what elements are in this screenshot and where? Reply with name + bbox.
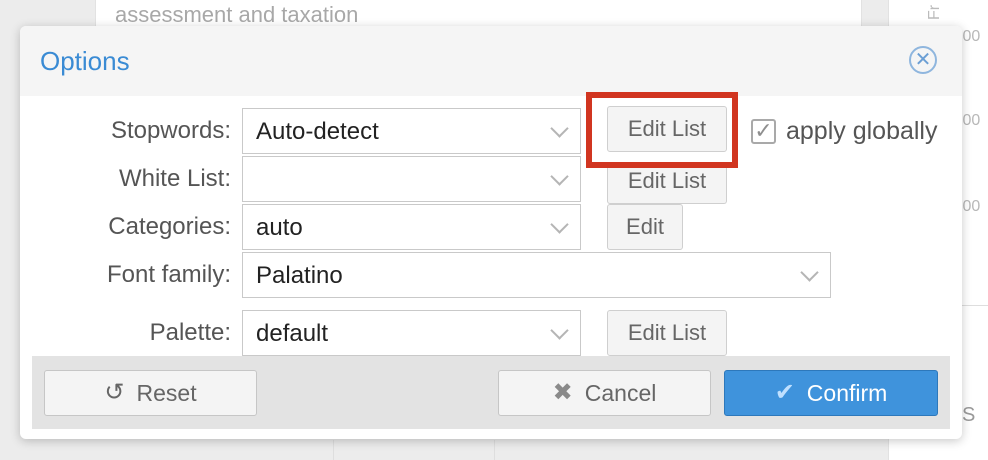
highlight-box (586, 92, 738, 168)
background-divider (494, 440, 495, 460)
reset-button[interactable]: ↺ Reset (44, 370, 257, 416)
palette-value: default (256, 320, 329, 347)
apply-globally-label: apply globally (786, 117, 938, 145)
font-family-label: Font family: (106, 261, 231, 288)
chevron-down-icon (550, 321, 569, 340)
categories-label: Categories: (108, 213, 231, 240)
chevron-down-icon (550, 215, 569, 234)
palette-edit-list-button[interactable]: Edit List (607, 310, 727, 356)
background-divider (333, 440, 334, 460)
stopwords-value: Auto-detect (256, 118, 379, 145)
categories-edit-button[interactable]: Edit (607, 204, 683, 250)
font-family-select[interactable]: Palatino (242, 252, 831, 298)
options-dialog: Options ✕ Stopwords: Auto-detect Edit Li… (20, 26, 962, 439)
palette-label: Palette: (149, 319, 231, 346)
reset-icon: ↺ (104, 379, 125, 406)
close-icon[interactable]: ✕ (909, 46, 937, 74)
confirm-label: Confirm (806, 379, 888, 406)
font-family-value: Palatino (256, 262, 343, 289)
dialog-title: Options (40, 46, 130, 76)
reset-label: Reset (136, 379, 197, 406)
whitelist-select[interactable] (242, 156, 581, 202)
categories-select[interactable]: auto (242, 204, 581, 250)
background-text-s: S (962, 404, 976, 426)
whitelist-label: White List: (118, 165, 231, 192)
palette-select[interactable]: default (242, 310, 581, 356)
close-icon: ✖ (552, 379, 573, 406)
checkmark-icon: ✔ (774, 379, 795, 406)
categories-value: auto (256, 214, 303, 241)
chevron-down-icon (550, 119, 569, 138)
cancel-label: Cancel (584, 379, 657, 406)
dialog-header: Options ✕ (20, 26, 962, 96)
confirm-button[interactable]: ✔ Confirm (724, 370, 938, 416)
stopwords-label: Stopwords: (110, 117, 231, 144)
dialog-footer: ↺ Reset ✖ Cancel ✔ Confirm (32, 356, 950, 429)
background-text: assessment and taxation (115, 2, 359, 27)
cancel-button[interactable]: ✖ Cancel (498, 370, 711, 416)
chevron-down-icon (550, 167, 569, 186)
background-vertical-text: Fr (926, 4, 943, 20)
chevron-down-icon (800, 263, 819, 282)
apply-globally-checkbox[interactable]: ✓ (751, 119, 776, 144)
stopwords-select[interactable]: Auto-detect (242, 108, 581, 154)
whitelist-edit-list-button[interactable]: Edit List (607, 168, 727, 204)
